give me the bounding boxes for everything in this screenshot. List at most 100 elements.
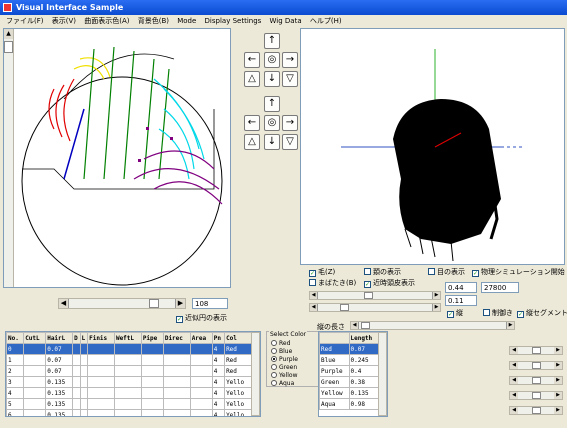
table-cell[interactable]: 4 — [6, 387, 25, 399]
left-arrow-button-2[interactable]: ← — [244, 115, 260, 131]
column-header[interactable]: Col — [224, 332, 252, 344]
table-cell[interactable] — [72, 376, 81, 388]
mini-slider-left-arrow[interactable]: ◀ — [510, 347, 518, 354]
value-field-c[interactable]: 0.11 — [445, 295, 477, 306]
mini-slider-thumb[interactable] — [532, 347, 541, 354]
mini-slider-thumb[interactable] — [532, 362, 541, 369]
mini-slider[interactable]: ◀ ▶ — [509, 376, 563, 385]
table-cell[interactable] — [72, 365, 81, 377]
table-cell[interactable]: 0.07 — [348, 343, 379, 355]
column-header[interactable]: WeftL — [113, 332, 142, 344]
hair-data-table[interactable]: No. CutL HairL D L Finis WeftL Pipe Direc Area Pn C… — [5, 331, 261, 417]
table-cell[interactable] — [23, 343, 47, 355]
length-row[interactable]: Aqua 0.98 — [319, 398, 379, 410]
down-arrow-button[interactable]: ↓ — [264, 71, 280, 87]
mini-slider-left-arrow[interactable]: ◀ — [510, 377, 518, 384]
table-cell[interactable] — [79, 354, 89, 366]
table-cell[interactable] — [113, 376, 142, 388]
lower-slider-thumb[interactable] — [340, 304, 349, 311]
table-row[interactable]: 2 0.07 4 Red — [6, 365, 252, 377]
mini-slider-right-arrow[interactable]: ▶ — [554, 362, 562, 369]
length-row[interactable]: Red 0.07 — [319, 343, 379, 355]
left-arrow-button[interactable]: ← — [244, 52, 260, 68]
table-cell[interactable] — [87, 376, 115, 388]
table-cell[interactable] — [23, 387, 47, 399]
column-header[interactable]: HairL — [45, 332, 74, 344]
table-cell[interactable]: Red — [224, 343, 252, 355]
scalp-diagram-panel[interactable]: ▲ — [3, 28, 231, 288]
radio-blue[interactable]: Blue — [271, 348, 292, 356]
length-slider[interactable]: ◀ ▶ — [350, 321, 515, 330]
menu-surface-color[interactable]: 曲面表示色(A) — [84, 17, 129, 25]
tri-up-button[interactable]: △ — [244, 71, 260, 87]
table-cell[interactable]: 6 — [6, 409, 25, 416]
table-cell[interactable] — [162, 376, 191, 388]
table-cell[interactable] — [113, 343, 142, 355]
column-header[interactable]: Area — [189, 332, 213, 344]
tri-down-button[interactable]: ▽ — [282, 71, 298, 87]
upper-slider[interactable]: ◀ ▶ — [309, 291, 441, 300]
table-cell[interactable] — [162, 387, 191, 399]
table-cell[interactable]: Blue — [319, 354, 350, 366]
table-cell[interactable] — [140, 409, 164, 416]
table-cell[interactable]: 0.245 — [348, 354, 379, 366]
table-cell[interactable]: Aqua — [319, 398, 350, 410]
table-cell[interactable] — [162, 365, 191, 377]
length-row[interactable]: Green 0.38 — [319, 376, 379, 388]
table-cell[interactable] — [113, 354, 142, 366]
table-cell[interactable]: 0.07 — [45, 343, 74, 355]
radio-green[interactable]: Green — [271, 364, 297, 372]
table-cell[interactable]: 2 — [6, 365, 25, 377]
length-row[interactable]: Yellow 0.135 — [319, 387, 379, 399]
length-slider-thumb[interactable] — [361, 322, 370, 329]
table-cell[interactable] — [113, 365, 142, 377]
center-button-2[interactable]: ◎ — [264, 115, 280, 131]
table-cell[interactable] — [23, 376, 47, 388]
lower-slider[interactable]: ◀ ▶ — [309, 303, 441, 312]
menu-mode[interactable]: Mode — [177, 17, 196, 25]
table-cell[interactable] — [140, 387, 164, 399]
table-cell[interactable] — [189, 365, 213, 377]
table-cell[interactable]: 0.135 — [45, 376, 74, 388]
table-cell[interactable]: Red — [224, 354, 252, 366]
table-cell[interactable] — [23, 398, 47, 410]
table-cell[interactable] — [162, 354, 191, 366]
slider-left-arrow[interactable]: ◀ — [59, 299, 69, 308]
table-cell[interactable]: 0.135 — [45, 398, 74, 410]
table-cell[interactable] — [162, 398, 191, 410]
table-vertical-scrollbar[interactable] — [251, 332, 260, 416]
length-table-scrollbar[interactable] — [378, 332, 387, 416]
up-arrow-button[interactable]: ↑ — [264, 33, 280, 49]
table-cell[interactable] — [23, 409, 47, 416]
mini-slider-thumb[interactable] — [532, 407, 541, 414]
table-cell[interactable]: 0.135 — [45, 387, 74, 399]
column-header[interactable]: L — [79, 332, 89, 344]
physics-sim-checkbox[interactable]: ✓ 物理シミュレーション開始 — [472, 268, 565, 277]
table-cell[interactable]: Yello — [224, 398, 252, 410]
table-cell[interactable] — [189, 398, 213, 410]
down-arrow-button-2[interactable]: ↓ — [264, 134, 280, 150]
3d-viewport[interactable] — [300, 28, 565, 265]
upper-slider-left[interactable]: ◀ — [310, 292, 318, 299]
up-arrow-button-2[interactable]: ↑ — [264, 96, 280, 112]
right-arrow-button[interactable]: → — [282, 52, 298, 68]
horizontal-slider[interactable]: ◀ ▶ — [58, 298, 186, 309]
table-row[interactable]: 3 0.135 4 Yello — [6, 376, 252, 388]
column-header[interactable]: Length — [348, 332, 379, 344]
table-cell[interactable] — [189, 343, 213, 355]
value-field-a[interactable]: 0.44 — [445, 282, 477, 293]
mini-slider[interactable]: ◀ ▶ — [509, 361, 563, 370]
diagram-vertical-scrollbar[interactable]: ▲ — [4, 29, 14, 287]
mini-slider[interactable]: ◀ ▶ — [509, 406, 563, 415]
table-cell[interactable]: Green — [319, 376, 350, 388]
table-cell[interactable] — [72, 354, 81, 366]
table-cell[interactable] — [87, 387, 115, 399]
table-cell[interactable] — [162, 409, 191, 416]
radio-aqua[interactable]: Aqua — [271, 380, 294, 388]
table-cell[interactable] — [140, 398, 164, 410]
radio-yellow[interactable]: Yellow — [271, 372, 297, 380]
radio-purple[interactable]: Purple — [271, 356, 298, 364]
table-row[interactable]: 1 0.07 4 Red — [6, 354, 252, 366]
table-cell[interactable]: Yello — [224, 376, 252, 388]
column-header[interactable]: Finis — [87, 332, 115, 344]
